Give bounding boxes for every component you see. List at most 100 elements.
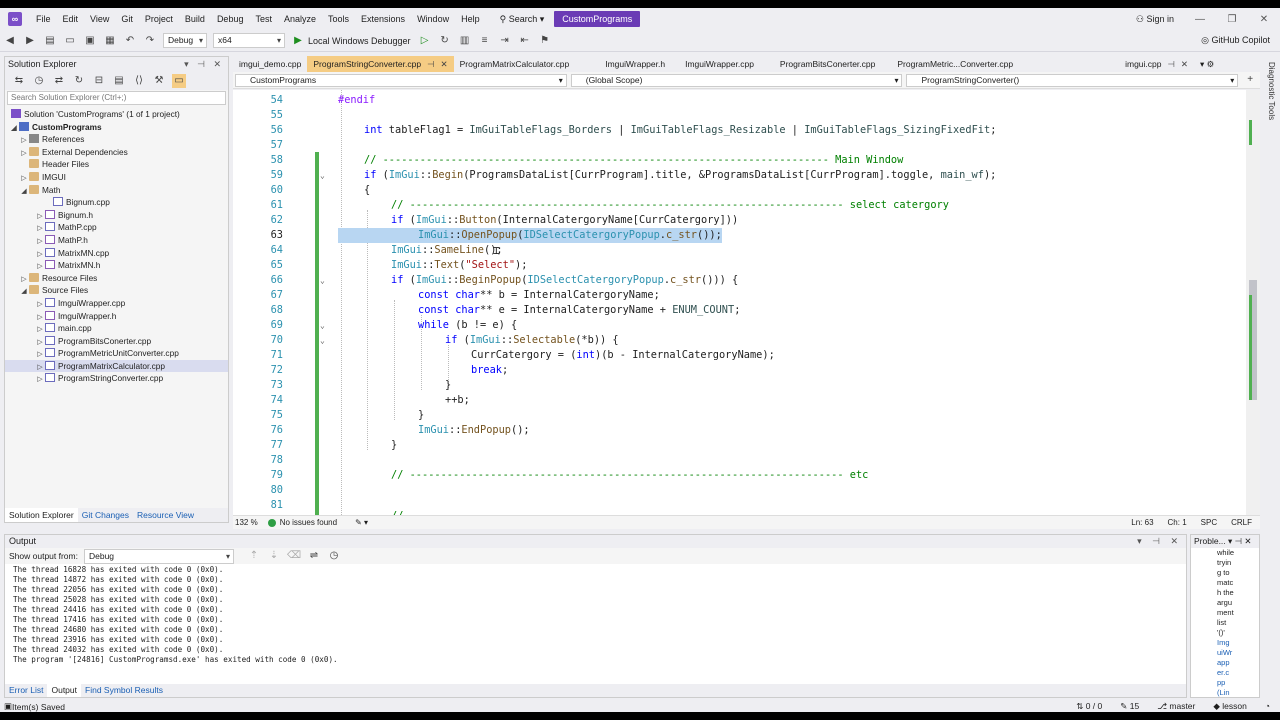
close-tab-icon[interactable]: ✕ <box>441 59 448 69</box>
menu-edit[interactable]: Edit <box>57 8 85 30</box>
tab-programmetricconverter-cpp[interactable]: ProgramMetric...Converter.cpp <box>891 56 1019 72</box>
menu-git[interactable]: Git <box>115 8 139 30</box>
open-folder-icon[interactable]: ▭ <box>63 34 77 48</box>
tree-item-programmetricunitconverter-cpp[interactable]: ▷ ProgramMetricUnitConverter.cpp <box>5 347 228 360</box>
tree-item-matrixmn-cpp[interactable]: ▷ MatrixMN.cpp <box>5 247 228 260</box>
tab-imguiwrapper-h[interactable]: ImguiWrapper.h <box>599 56 671 72</box>
configuration-select[interactable]: Debug <box>163 33 207 48</box>
tab-programbitsconerter-cpp[interactable]: ProgramBitsConerter.cpp <box>774 56 881 72</box>
tab-output[interactable]: Output <box>47 684 82 697</box>
github-copilot-button[interactable]: ◎ GitHub Copilot <box>1201 35 1280 46</box>
redo-icon[interactable]: ↷ <box>143 34 157 48</box>
collapse-icon[interactable]: ⌄ <box>320 333 325 348</box>
sign-in-button[interactable]: ⚇ Sign in <box>1126 14 1184 25</box>
minimize-icon[interactable]: — <box>1184 14 1216 25</box>
code-view-icon[interactable]: ⟨⟩ <box>132 74 146 88</box>
clock-icon[interactable]: ◷ <box>327 549 341 563</box>
tab-error-list[interactable]: Error List <box>5 684 47 697</box>
branch-indicator[interactable]: ⎇ master <box>1157 701 1195 712</box>
refresh-icon[interactable]: ↻ <box>72 74 86 88</box>
tab-imguiwrapper-cpp[interactable]: ImguiWrapper.cpp <box>679 56 760 72</box>
global-scope-select[interactable]: (Global Scope) <box>570 73 903 87</box>
tree-item-header-files[interactable]: Header Files <box>5 158 228 171</box>
menu-help[interactable]: Help <box>455 8 486 30</box>
bookmark-icon[interactable]: ⚑ <box>538 34 552 48</box>
pin-icon[interactable]: ⊣ <box>1167 59 1174 69</box>
output-source-select[interactable]: Debug <box>83 548 234 564</box>
tab-programstringconverter-cpp[interactable]: ProgramStringConverter.cpp ⊣ ✕ <box>307 56 454 72</box>
collapse-icon[interactable]: ⌄ <box>320 273 325 288</box>
project-scope-select[interactable]: CustomPrograms <box>235 73 567 87</box>
pending-changes-icon[interactable]: ⇄ <box>52 74 66 88</box>
history-icon[interactable]: ◷ <box>32 74 46 88</box>
tree-item-bignum-h[interactable]: ▷ Bignum.h <box>5 209 228 222</box>
run-debugger-button[interactable]: Local Windows Debugger <box>308 36 411 46</box>
problem-description[interactable]: while tryin g to matc h the argu ment li… <box>1191 548 1259 698</box>
diagnostic-tools-tab[interactable]: Diagnostic Tools <box>1262 56 1276 126</box>
clear-icon[interactable]: ⌫ <box>287 549 301 563</box>
breakpoints-icon[interactable]: ▥ <box>458 34 472 48</box>
tree-item-project[interactable]: ◢ CustomPrograms <box>5 121 228 134</box>
tab-find-symbol-results[interactable]: Find Symbol Results <box>81 684 167 697</box>
start-without-debugging-icon[interactable]: ▷ <box>418 34 432 48</box>
chevron-right-icon[interactable]: ▷ <box>35 374 45 387</box>
properties-icon[interactable]: ⚒ <box>152 74 166 88</box>
tab-git-changes[interactable]: Git Changes <box>78 508 133 522</box>
visual-studio-logo-icon[interactable]: ∞ <box>8 12 22 26</box>
tree-item-imguiwrapper-h[interactable]: ▷ ImguiWrapper.h <box>5 310 228 323</box>
undo-icon[interactable]: ↶ <box>123 34 137 48</box>
tree-item-programstringconverter-cpp[interactable]: ▷ ProgramStringConverter.cpp <box>5 372 228 385</box>
tree-item-imguiwrapper-cpp[interactable]: ▷ ImguiWrapper.cpp <box>5 297 228 310</box>
errors-indicator[interactable]: ⇅ 0 / 0 <box>1076 701 1102 712</box>
collapse-all-icon[interactable]: ⊟ <box>92 74 106 88</box>
play-icon[interactable]: ▶ <box>291 34 305 48</box>
menu-project[interactable]: Project <box>139 8 179 30</box>
tab-resource-view[interactable]: Resource View <box>133 508 198 522</box>
output-log[interactable]: The thread 16828 has exited with code 0 … <box>5 564 1186 665</box>
repo-indicator[interactable]: ◆ lesson <box>1213 701 1246 712</box>
platform-select[interactable]: x64 <box>213 33 285 48</box>
menu-view[interactable]: View <box>84 8 115 30</box>
edits-indicator[interactable]: ✎ 15 <box>1120 701 1139 712</box>
code-editor[interactable]: 54 #endif 55 56 int tableFlag1 = ImGuiTabl… <box>233 90 1246 515</box>
save-all-icon[interactable]: ▦ <box>103 34 117 48</box>
tab-imgui-cpp[interactable]: imgui.cpp ⊣ ✕ <box>1119 56 1194 72</box>
editor-vertical-scrollbar[interactable] <box>1246 90 1260 515</box>
menu-window[interactable]: Window <box>411 8 455 30</box>
collapse-icon[interactable]: ⌄ <box>320 168 325 183</box>
tab-overflow-icon[interactable]: ▾ ⚙ <box>1194 56 1220 72</box>
next-message-icon[interactable]: ⇣ <box>267 549 281 563</box>
tree-item-programbitsconerter-cpp[interactable]: ▷ ProgramBitsConerter.cpp <box>5 335 228 348</box>
tree-item-mathp-h[interactable]: ▷ MathP.h <box>5 234 228 247</box>
zoom-select[interactable]: 132 % <box>233 518 258 527</box>
refresh-icon[interactable]: ↻ <box>438 34 452 48</box>
menu-tools[interactable]: Tools <box>322 8 355 30</box>
sync-icon[interactable]: ⇆ <box>12 74 26 88</box>
tree-item-programmatrixcalculator-cpp[interactable]: ▷ ProgramMatrixCalculator.cpp <box>5 359 228 373</box>
toggle-comment-icon[interactable]: ≡ <box>478 34 492 48</box>
tab-imgui-demo-cpp[interactable]: imgui_demo.cpp <box>233 56 307 72</box>
collapse-icon[interactable]: ⌄ <box>320 318 325 333</box>
save-icon[interactable]: ▣ <box>83 34 97 48</box>
menu-file[interactable]: File <box>30 8 57 30</box>
menu-test[interactable]: Test <box>249 8 278 30</box>
close-window-icon[interactable]: ✕ <box>1248 14 1280 25</box>
brush-icon[interactable]: ✎ ▾ <box>355 518 368 527</box>
tree-item-external-dependencies[interactable]: ▷ External Dependencies <box>5 146 228 159</box>
menu-build[interactable]: Build <box>179 8 211 30</box>
column-indicator[interactable]: Ch: 1 <box>1168 518 1187 527</box>
tree-item-bignum-cpp[interactable]: Bignum.cpp <box>5 196 228 209</box>
tree-item-resource-files[interactable]: ▷ Resource Files <box>5 272 228 285</box>
word-wrap-icon[interactable]: ⇌ <box>307 549 321 563</box>
tab-solution-explorer[interactable]: Solution Explorer <box>5 508 78 522</box>
tree-item-math[interactable]: ◢ Math <box>5 184 228 197</box>
menu-debug[interactable]: Debug <box>211 8 250 30</box>
line-ending-indicator[interactable]: CRLF <box>1231 518 1252 527</box>
whitespace-indicator[interactable]: SPC <box>1201 518 1217 527</box>
member-select[interactable]: ProgramStringConverter() <box>906 73 1239 87</box>
menu-analyze[interactable]: Analyze <box>278 8 322 30</box>
forward-icon[interactable]: ▶ <box>23 34 37 48</box>
tree-item-references[interactable]: ▷ References <box>5 133 228 146</box>
tree-item-imgui[interactable]: ▷ IMGUI <box>5 171 228 184</box>
panel-controls-icon[interactable]: ▾ ⊣ ✕ <box>1228 536 1252 546</box>
